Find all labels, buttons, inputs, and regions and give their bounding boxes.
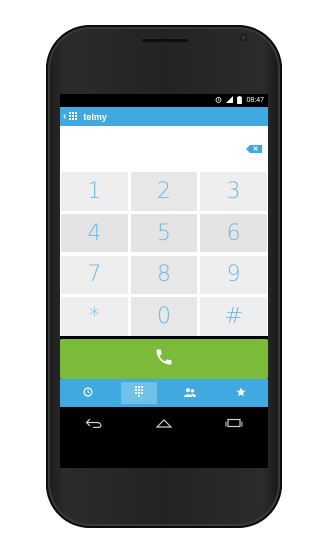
tab-dialpad[interactable] (120, 382, 157, 404)
key-1[interactable]: 1 (61, 172, 128, 211)
bottom-tab-bar (60, 379, 268, 407)
earpiece-speaker (142, 39, 188, 42)
app-title: telmy (83, 111, 107, 122)
key-star[interactable]: * (61, 297, 128, 336)
key-hash[interactable]: # (200, 297, 267, 336)
android-navigation-bar (60, 407, 268, 441)
nav-home-icon[interactable] (154, 415, 174, 433)
backspace-icon[interactable]: ✕ (246, 145, 262, 153)
telmy-keypad-logo-icon (69, 112, 78, 121)
key-3[interactable]: 3 (200, 172, 267, 211)
nav-back-icon[interactable] (85, 415, 103, 433)
phone-handset-icon (154, 347, 174, 372)
phone-screen: 08:47 ‹ telmy ✕ 1 2 3 4 5 6 7 8 9 * 0 # (60, 94, 268, 468)
clock-icon (82, 384, 93, 402)
key-0[interactable]: 0 (130, 297, 198, 336)
key-8[interactable]: 8 (130, 255, 198, 294)
key-9[interactable]: 9 (200, 255, 267, 294)
key-7[interactable]: 7 (61, 255, 128, 294)
contacts-icon (183, 384, 196, 402)
front-camera (240, 34, 247, 41)
status-bar: 08:47 (60, 94, 268, 107)
key-2[interactable]: 2 (130, 172, 198, 211)
key-4[interactable]: 4 (61, 213, 128, 253)
battery-icon (237, 95, 243, 106)
key-6[interactable]: 6 (200, 213, 267, 253)
dial-keypad: 1 2 3 4 5 6 7 8 9 * 0 # (60, 172, 268, 336)
call-button[interactable] (60, 339, 268, 379)
status-time: 08:47 (246, 97, 264, 104)
back-chevron-icon[interactable]: ‹ (63, 111, 66, 122)
dialed-number-field[interactable]: ✕ (60, 126, 268, 172)
phone-device: 08:47 ‹ telmy ✕ 1 2 3 4 5 6 7 8 9 * 0 # (46, 25, 282, 528)
tab-favorites[interactable] (223, 382, 259, 404)
tab-recent[interactable] (70, 382, 106, 404)
key-5[interactable]: 5 (130, 213, 198, 253)
nav-recents-icon[interactable] (225, 415, 243, 433)
tab-contacts[interactable] (172, 382, 208, 404)
alarm-icon (215, 96, 222, 105)
app-header: ‹ telmy (60, 107, 268, 126)
star-icon (235, 384, 246, 402)
signal-icon (226, 96, 234, 105)
dialpad-icon (134, 384, 144, 402)
